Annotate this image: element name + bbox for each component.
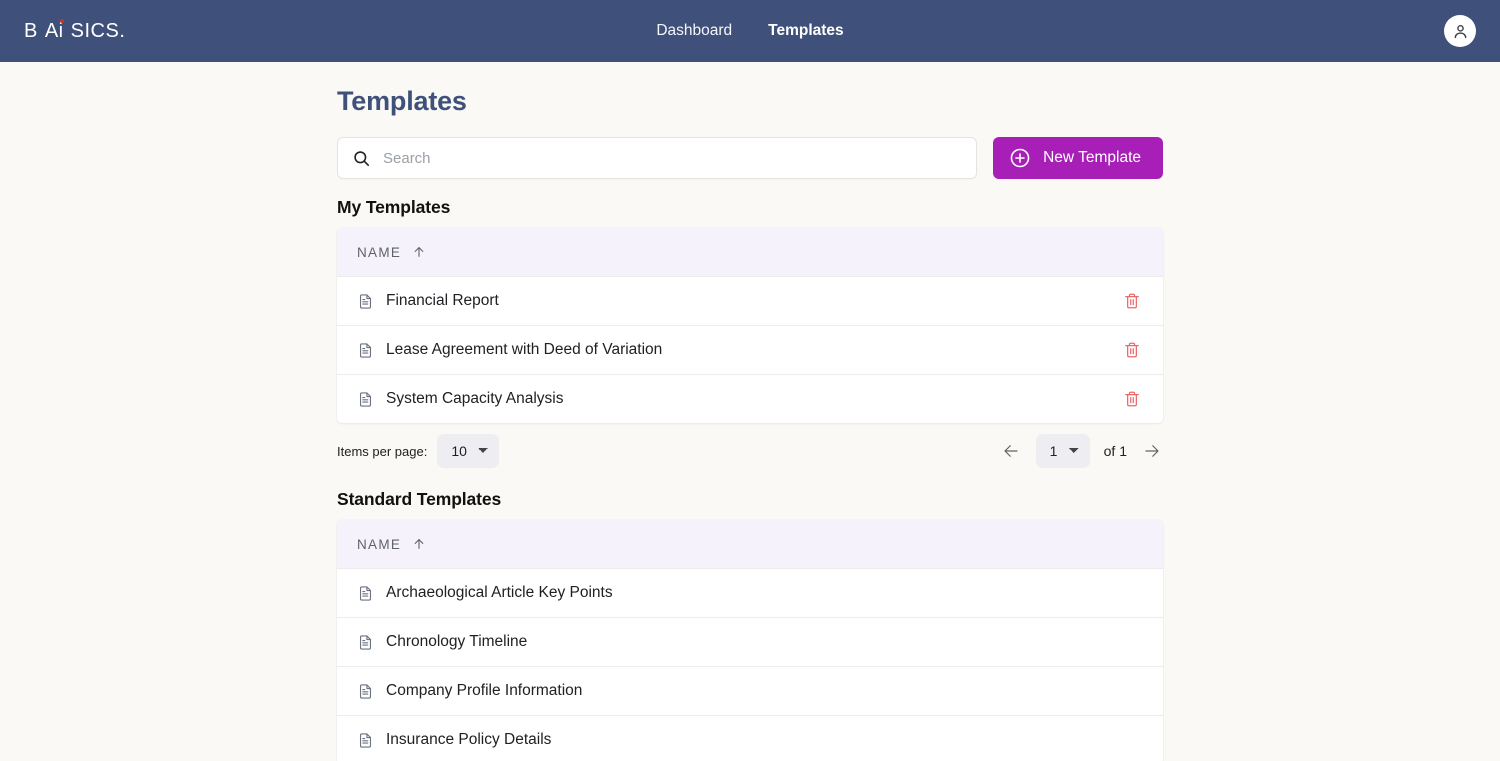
template-name: System Capacity Analysis: [386, 390, 1119, 408]
my-templates-heading: My Templates: [337, 197, 1163, 218]
table-row[interactable]: Lease Agreement with Deed of Variation: [337, 325, 1163, 374]
table-row[interactable]: Insurance Policy Details: [337, 715, 1163, 761]
column-header-name: NAME: [357, 537, 401, 552]
logo-text-part1: B: [24, 20, 38, 43]
plus-circle-icon: [1009, 147, 1031, 169]
sort-ascending-icon[interactable]: [412, 245, 426, 259]
nav-links: Dashboard Templates: [0, 22, 1500, 40]
trash-icon[interactable]: [1119, 288, 1145, 314]
new-template-label: New Template: [1043, 149, 1141, 167]
search-input[interactable]: [383, 138, 962, 178]
logo-red-dot-icon: [60, 19, 64, 23]
nav-link-dashboard[interactable]: Dashboard: [656, 22, 732, 40]
logo-ai-text: Ai: [45, 20, 64, 42]
page-total-label: of 1: [1104, 443, 1127, 459]
page-number-select[interactable]: 1: [1036, 434, 1090, 468]
logo-text-part2: Ai: [45, 20, 64, 43]
document-icon: [357, 391, 374, 408]
my-templates-table-header: NAME: [337, 228, 1163, 276]
template-name: Chronology Timeline: [386, 633, 1145, 651]
template-name: Company Profile Information: [386, 682, 1145, 700]
page-title: Templates: [337, 86, 1163, 117]
search-box[interactable]: [337, 137, 977, 179]
search-toolbar: New Template: [337, 137, 1163, 179]
document-icon: [357, 585, 374, 602]
search-icon: [352, 149, 371, 168]
table-row[interactable]: System Capacity Analysis: [337, 374, 1163, 423]
document-icon: [357, 732, 374, 749]
table-row[interactable]: Chronology Timeline: [337, 617, 1163, 666]
table-row[interactable]: Financial Report: [337, 276, 1163, 325]
document-icon: [357, 342, 374, 359]
standard-templates-table-header: NAME: [337, 520, 1163, 568]
table-row[interactable]: Archaeological Article Key Points: [337, 568, 1163, 617]
sort-ascending-icon[interactable]: [412, 537, 426, 551]
trash-icon[interactable]: [1119, 337, 1145, 363]
template-name: Archaeological Article Key Points: [386, 584, 1145, 602]
column-header-name: NAME: [357, 245, 401, 260]
standard-templates-table: NAME A: [337, 520, 1163, 761]
next-page-button[interactable]: [1141, 440, 1163, 462]
table-row[interactable]: Company Profile Information: [337, 666, 1163, 715]
content-container: Templates New Template My Templates: [337, 86, 1163, 761]
template-name: Insurance Policy Details: [386, 731, 1145, 749]
previous-page-button[interactable]: [1000, 440, 1022, 462]
document-icon: [357, 683, 374, 700]
trash-icon[interactable]: [1119, 386, 1145, 412]
my-templates-table: NAME F: [337, 228, 1163, 423]
items-per-page-label: Items per page:: [337, 444, 427, 459]
standard-templates-heading: Standard Templates: [337, 489, 1163, 510]
template-name: Lease Agreement with Deed of Variation: [386, 341, 1119, 359]
new-template-button[interactable]: New Template: [993, 137, 1163, 179]
document-icon: [357, 293, 374, 310]
app-logo[interactable]: B Ai SICS.: [24, 20, 125, 43]
nav-link-templates[interactable]: Templates: [768, 22, 844, 40]
logo-text-part3: SICS.: [71, 20, 126, 43]
top-navigation-bar: B Ai SICS. Dashboard Templates: [0, 0, 1500, 62]
document-icon: [357, 634, 374, 651]
main-content: Templates New Template My Templates: [0, 62, 1500, 761]
template-name: Financial Report: [386, 292, 1119, 310]
items-per-page-select[interactable]: 10: [437, 434, 499, 468]
page-navigation: 1 of 1: [1000, 434, 1163, 468]
user-avatar[interactable]: [1444, 15, 1476, 47]
paginator: Items per page: 10 1 of 1: [337, 425, 1163, 477]
person-icon: [1451, 22, 1470, 41]
